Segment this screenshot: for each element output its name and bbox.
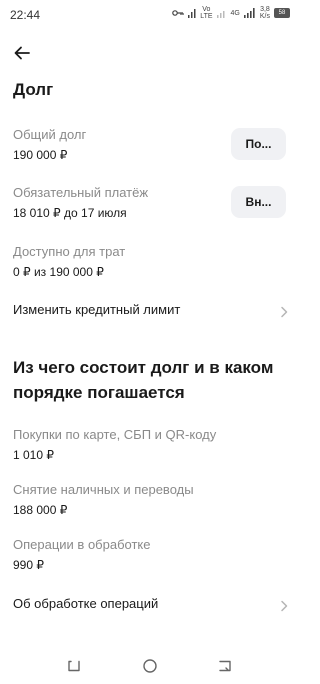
battery-icon: 58 xyxy=(274,8,290,18)
nav-recent-icon[interactable] xyxy=(217,658,233,674)
page-title: Долг xyxy=(13,80,54,99)
network-speed: 3,8 K/s xyxy=(260,6,270,20)
status-bar: 22:44 Vo LTE 4G 3,8 K/s 58 xyxy=(0,0,300,28)
about-processing-label: Об обработке операций xyxy=(13,596,159,611)
pending-operations-value: 990 ₽ xyxy=(13,558,44,572)
battery-level: 58 xyxy=(278,10,286,16)
signal-bars-icon xyxy=(216,11,225,18)
network-speed-value: 3,8 xyxy=(260,6,270,13)
available-row: Доступно для трат 0 ₽ из 190 000 ₽ xyxy=(13,244,287,279)
nav-back-icon[interactable] xyxy=(66,658,82,674)
network-speed-unit: K/s xyxy=(259,13,270,20)
key-icon xyxy=(172,10,184,16)
arrow-left-icon[interactable] xyxy=(12,43,32,63)
system-nav-bar xyxy=(0,648,300,684)
deposit-button[interactable]: Вн... xyxy=(231,186,286,218)
status-time: 22:44 xyxy=(10,8,41,22)
about-processing-link[interactable]: Об обработке операций xyxy=(13,596,289,618)
signal-icon xyxy=(188,9,196,18)
change-credit-limit-link[interactable]: Изменить кредитный лимит xyxy=(13,302,289,324)
chevron-right-icon xyxy=(281,600,288,612)
card-purchases-value: 1 010 ₽ xyxy=(13,448,54,462)
pending-operations-row: Операции в обработке 990 ₽ xyxy=(13,537,287,572)
change-credit-limit-label: Изменить кредитный лимит xyxy=(13,302,181,317)
chevron-right-icon xyxy=(281,306,288,318)
cash-withdrawal-row: Снятие наличных и переводы 188 000 ₽ xyxy=(13,482,287,517)
card-purchases-label: Покупки по карте, СБП и QR-коду xyxy=(13,427,217,442)
available-value: 0 ₽ из 190 000 ₽ xyxy=(13,265,104,279)
cash-withdrawal-value: 188 000 ₽ xyxy=(13,503,68,517)
nav-home-icon[interactable] xyxy=(142,658,158,674)
volte-label: Vo LTE xyxy=(200,6,213,20)
cash-withdrawal-label: Снятие наличных и переводы xyxy=(13,482,194,497)
signal-bars-icon-2 xyxy=(243,8,255,18)
composition-title: Из чего состоит долг и в каком порядке п… xyxy=(13,358,274,402)
available-label: Доступно для трат xyxy=(13,244,126,259)
status-icons: Vo LTE 4G 3,8 K/s 58 xyxy=(172,6,290,20)
repay-button[interactable]: По... xyxy=(231,128,286,160)
pending-operations-label: Операции в обработке xyxy=(13,537,151,552)
card-purchases-row: Покупки по карте, СБП и QR-коду 1 010 ₽ xyxy=(13,427,287,462)
network-4g-label: 4G xyxy=(230,9,240,17)
